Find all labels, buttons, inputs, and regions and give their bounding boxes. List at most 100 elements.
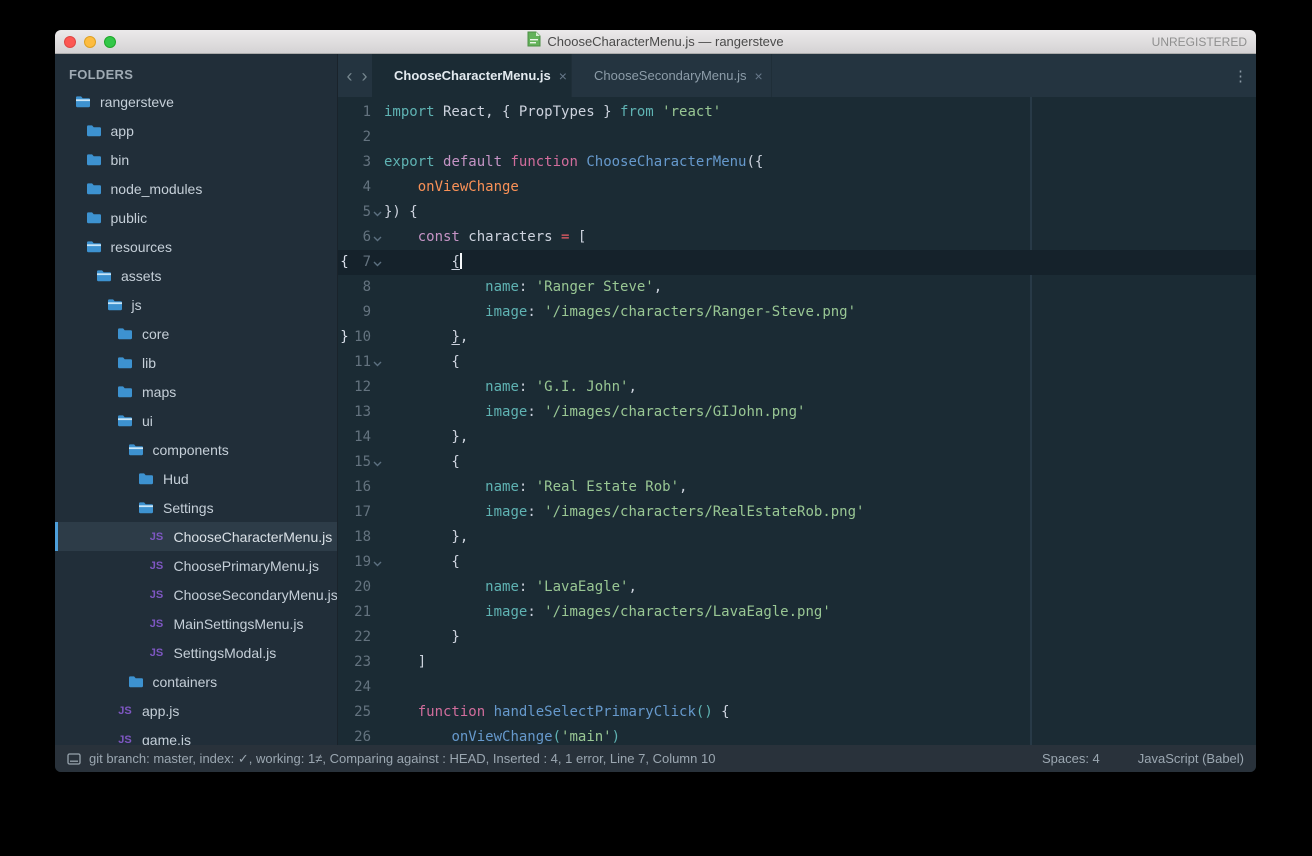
tree-item-label: ui	[142, 413, 153, 429]
code-line-12[interactable]: 12 name: 'G.I. John',	[338, 375, 1256, 400]
folder-icon	[85, 211, 103, 224]
code-text[interactable]: }	[384, 625, 460, 650]
chevron-left-icon[interactable]: ‹	[342, 54, 357, 97]
code-line-13[interactable]: 13 image: '/images/characters/GIJohn.png…	[338, 400, 1256, 425]
code-text[interactable]: image: '/images/characters/GIJohn.png'	[384, 400, 805, 425]
tree-item-Settings[interactable]: Settings	[55, 493, 337, 522]
code-text[interactable]: name: 'Ranger Steve',	[384, 275, 662, 300]
tree-item-app.js[interactable]: JSapp.js	[55, 696, 337, 725]
code-line-14[interactable]: 14 },	[338, 425, 1256, 450]
tree-item-maps[interactable]: maps	[55, 377, 337, 406]
code-line-6[interactable]: 6 const characters = [	[338, 225, 1256, 250]
bracket-gutter-mark	[338, 425, 351, 450]
syntax-setting[interactable]: JavaScript (Babel)	[1138, 751, 1244, 766]
code-text[interactable]: },	[384, 525, 468, 550]
tree-item-ui[interactable]: ui	[55, 406, 337, 435]
code-text[interactable]: },	[384, 425, 468, 450]
code-text[interactable]: ]	[384, 650, 426, 675]
tree-item-core[interactable]: core	[55, 319, 337, 348]
code-line-25[interactable]: 25 function handleSelectPrimaryClick() {	[338, 700, 1256, 725]
tree-item-SettingsModal.js[interactable]: JSSettingsModal.js	[55, 638, 337, 667]
code-line-2[interactable]: 2	[338, 125, 1256, 150]
code-line-5[interactable]: 5}) {	[338, 200, 1256, 225]
tree-item-js[interactable]: js	[55, 290, 337, 319]
code-line-24[interactable]: 24	[338, 675, 1256, 700]
tree-item-ChooseSecondaryMenu.js[interactable]: JSChooseSecondaryMenu.js	[55, 580, 337, 609]
tab-ChooseCharacterMenu.js[interactable]: ChooseCharacterMenu.js×	[372, 54, 572, 97]
tree-item-containers[interactable]: containers	[55, 667, 337, 696]
fold-chevron-icon[interactable]	[371, 550, 384, 575]
close-icon[interactable]: ×	[746, 68, 762, 84]
tree-item-resources[interactable]: resources	[55, 232, 337, 261]
code-line-4[interactable]: 4 onViewChange	[338, 175, 1256, 200]
code-line-11[interactable]: 11 {	[338, 350, 1256, 375]
fold-spacer	[371, 425, 384, 450]
tree-item-public[interactable]: public	[55, 203, 337, 232]
code-text[interactable]: image: '/images/characters/LavaEagle.png…	[384, 600, 831, 625]
tree-item-game.js[interactable]: JSgame.js	[55, 725, 337, 745]
tree-item-ChoosePrimaryMenu.js[interactable]: JSChoosePrimaryMenu.js	[55, 551, 337, 580]
code-line-9[interactable]: 9 image: '/images/characters/Ranger-Stev…	[338, 300, 1256, 325]
code-text[interactable]: function handleSelectPrimaryClick() {	[384, 700, 730, 725]
code-text[interactable]: const characters = [	[384, 225, 586, 250]
tree-item-label: core	[142, 326, 169, 342]
tree-item-lib[interactable]: lib	[55, 348, 337, 377]
fold-spacer	[371, 475, 384, 500]
fold-chevron-icon[interactable]	[371, 450, 384, 475]
tree-item-Hud[interactable]: Hud	[55, 464, 337, 493]
tree-item-components[interactable]: components	[55, 435, 337, 464]
code-editor[interactable]: 1import React, { PropTypes } from 'react…	[338, 97, 1256, 745]
code-line-21[interactable]: 21 image: '/images/characters/LavaEagle.…	[338, 600, 1256, 625]
code-line-17[interactable]: 17 image: '/images/characters/RealEstate…	[338, 500, 1256, 525]
bracket-gutter-mark	[338, 575, 351, 600]
tree-item-rangersteve[interactable]: rangersteve	[55, 87, 337, 116]
code-text[interactable]: onViewChange	[384, 175, 519, 200]
code-line-15[interactable]: 15 {	[338, 450, 1256, 475]
code-line-20[interactable]: 20 name: 'LavaEagle',	[338, 575, 1256, 600]
code-line-8[interactable]: 8 name: 'Ranger Steve',	[338, 275, 1256, 300]
code-text[interactable]: {	[384, 450, 460, 475]
code-line-22[interactable]: 22 }	[338, 625, 1256, 650]
overflow-menu-icon[interactable]: ⋮	[1225, 54, 1256, 97]
code-line-16[interactable]: 16 name: 'Real Estate Rob',	[338, 475, 1256, 500]
line-number: 24	[351, 675, 371, 700]
code-line-23[interactable]: 23 ]	[338, 650, 1256, 675]
code-text[interactable]: image: '/images/characters/Ranger-Steve.…	[384, 300, 856, 325]
fold-chevron-icon[interactable]	[371, 200, 384, 225]
code-text[interactable]: name: 'G.I. John',	[384, 375, 637, 400]
fold-chevron-icon[interactable]	[371, 350, 384, 375]
tree-item-node_modules[interactable]: node_modules	[55, 174, 337, 203]
zoom-window-button[interactable]	[104, 36, 116, 48]
code-line-10[interactable]: }10 },	[338, 325, 1256, 350]
code-text[interactable]: },	[384, 325, 468, 350]
code-line-7[interactable]: {7 {	[338, 250, 1256, 275]
code-text[interactable]: image: '/images/characters/RealEstateRob…	[384, 500, 864, 525]
fold-chevron-icon[interactable]	[371, 250, 384, 275]
tree-item-assets[interactable]: assets	[55, 261, 337, 290]
close-icon[interactable]: ×	[551, 68, 567, 84]
code-line-19[interactable]: 19 {	[338, 550, 1256, 575]
fold-chevron-icon[interactable]	[371, 225, 384, 250]
code-line-18[interactable]: 18 },	[338, 525, 1256, 550]
code-text[interactable]: {	[384, 350, 460, 375]
code-text[interactable]: name: 'Real Estate Rob',	[384, 475, 687, 500]
code-text[interactable]: export default function ChooseCharacterM…	[384, 150, 763, 175]
tree-item-ChooseCharacterMenu.js[interactable]: JSChooseCharacterMenu.js	[55, 522, 337, 551]
code-line-26[interactable]: 26 onViewChange('main')	[338, 725, 1256, 745]
chevron-right-icon[interactable]: ›	[357, 54, 372, 97]
code-line-1[interactable]: 1import React, { PropTypes } from 'react…	[338, 100, 1256, 125]
code-text[interactable]: name: 'LavaEagle',	[384, 575, 637, 600]
close-window-button[interactable]	[64, 36, 76, 48]
code-text[interactable]: import React, { PropTypes } from 'react'	[384, 100, 721, 125]
code-text[interactable]: }) {	[384, 200, 418, 225]
code-text[interactable]: {	[384, 250, 462, 275]
code-text[interactable]: onViewChange('main')	[384, 725, 620, 745]
minimize-window-button[interactable]	[84, 36, 96, 48]
code-line-3[interactable]: 3export default function ChooseCharacter…	[338, 150, 1256, 175]
code-text[interactable]: {	[384, 550, 460, 575]
tree-item-bin[interactable]: bin	[55, 145, 337, 174]
tree-item-app[interactable]: app	[55, 116, 337, 145]
tab-ChooseSecondaryMenu.js[interactable]: ChooseSecondaryMenu.js×	[572, 54, 772, 97]
indentation-setting[interactable]: Spaces: 4	[1042, 751, 1100, 766]
tree-item-MainSettingsMenu.js[interactable]: JSMainSettingsMenu.js	[55, 609, 337, 638]
